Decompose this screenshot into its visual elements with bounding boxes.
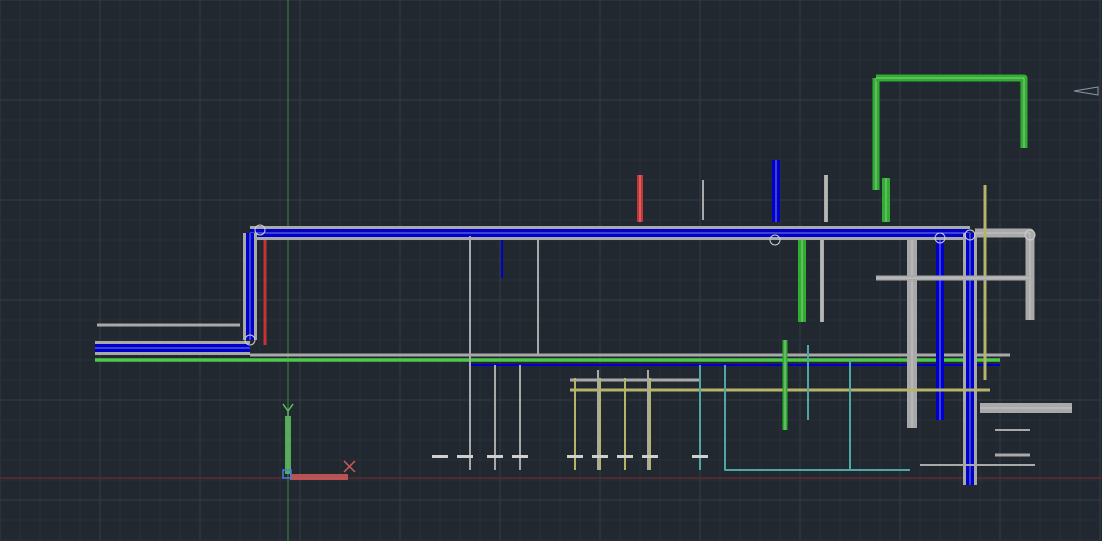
ucs-y-axis (282, 403, 294, 474)
nav-arrow-icon[interactable] (1072, 80, 1102, 100)
model-space-viewport[interactable]: X Y (0, 0, 1102, 541)
ucs-x-axis (290, 460, 356, 480)
ucs-icon: X Y (282, 403, 356, 480)
